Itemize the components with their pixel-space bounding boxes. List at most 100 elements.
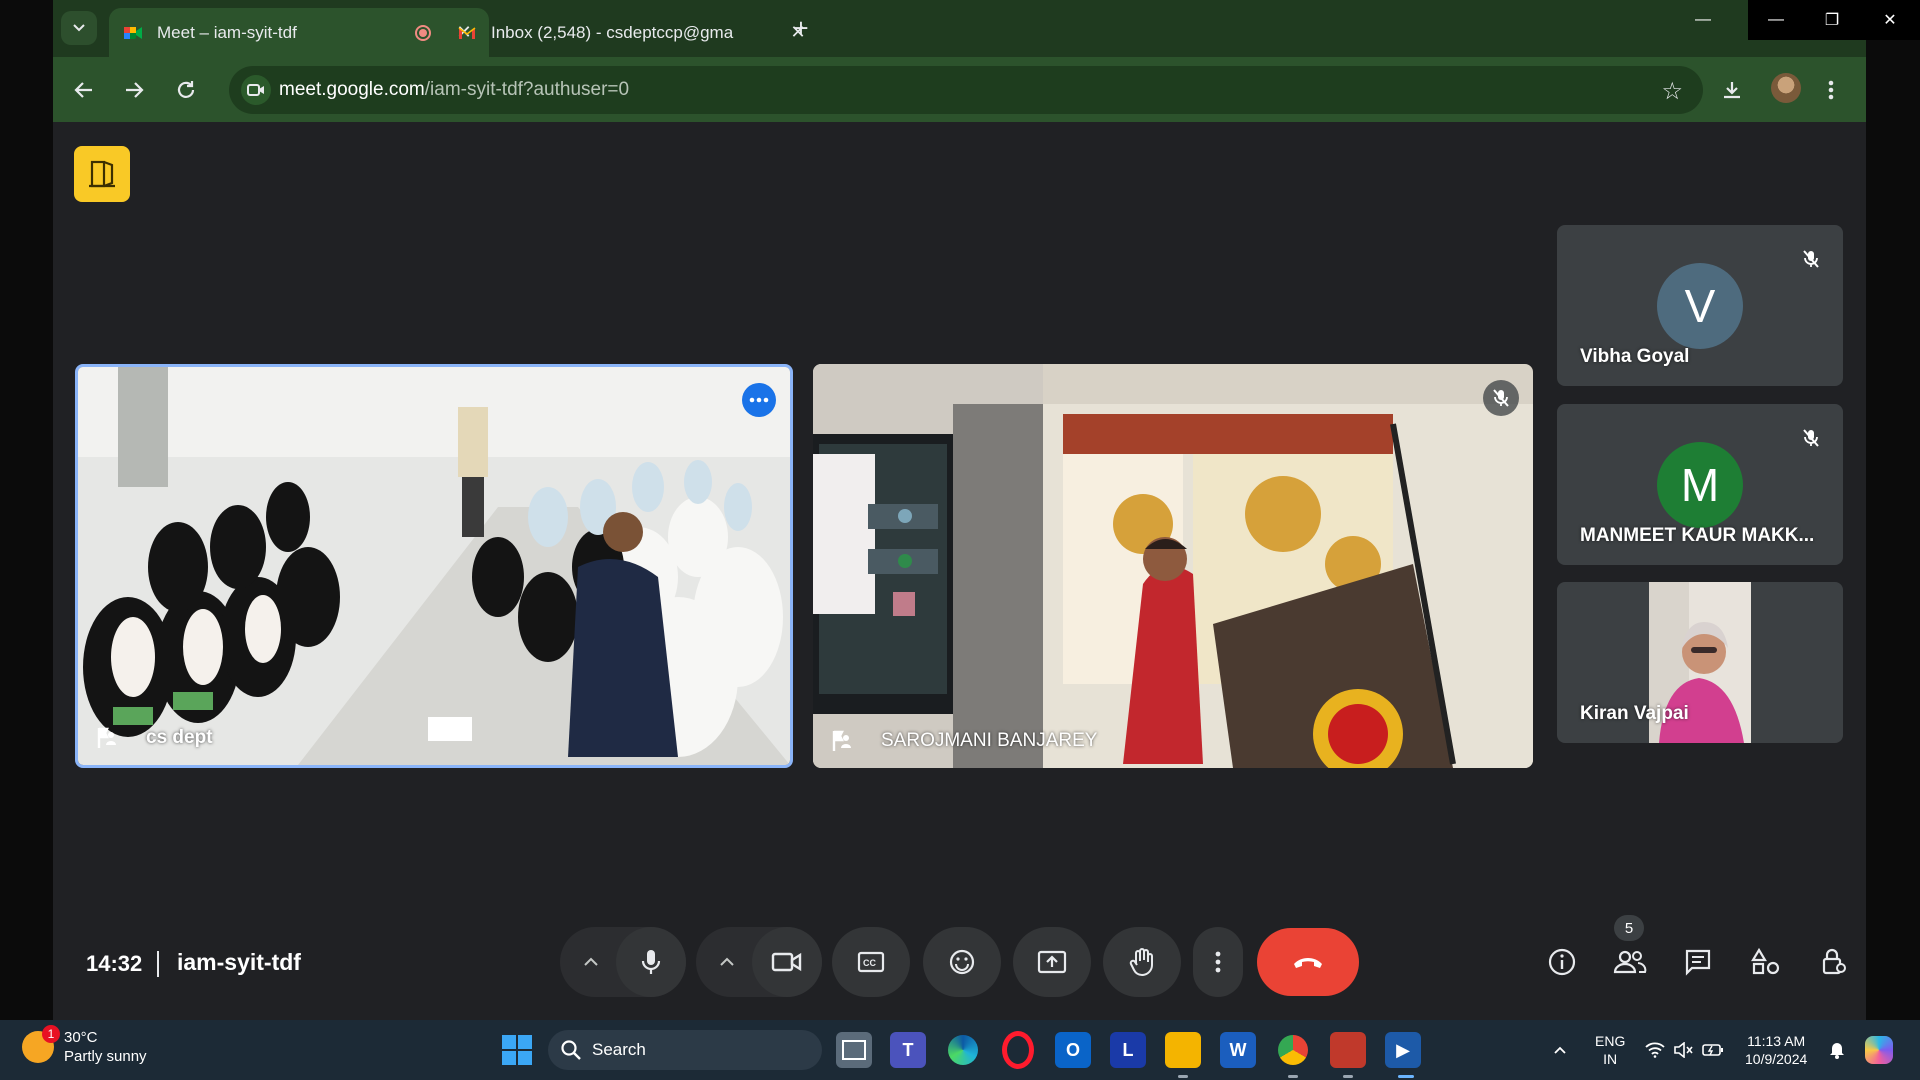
chrome-icon[interactable] [1275,1032,1311,1068]
camera-site-icon[interactable] [241,75,271,105]
present-screen-icon [1037,950,1067,974]
taskbar-search[interactable]: Search [548,1030,822,1070]
recording-icon [415,24,431,41]
captions-button[interactable]: CC [832,927,910,997]
hang-up-icon [1294,958,1322,968]
notification-badge: 1 [42,1025,60,1043]
chat-icon[interactable] [1678,942,1718,982]
pin-icon [832,730,851,751]
winrar-icon[interactable] [1330,1032,1366,1068]
camera-icon [771,952,802,972]
tab-title: Inbox (2,548) - csdeptccp@gma [491,22,734,42]
reload-icon[interactable] [169,73,203,107]
copilot-icon[interactable] [1862,1020,1896,1080]
participant-name: Kiran Vajpai [1580,703,1689,724]
search-label: Search [592,1040,646,1059]
video-feed-speaker [813,364,1533,768]
running-indicator [1343,1075,1353,1078]
more-horizontal-icon [749,397,769,403]
word-icon[interactable]: W [1220,1032,1256,1068]
activities-shapes-icon[interactable] [1746,942,1786,982]
forward-icon[interactable] [117,73,151,107]
divider [157,951,159,977]
l-app-icon[interactable]: L [1110,1032,1146,1068]
windows-taskbar: 1 30°C Partly sunny Search T O L W ▶ ENG… [0,1020,1920,1080]
participant-tile-cs-dept[interactable]: cs dept [75,364,793,768]
tab-meet[interactable]: Meet – iam-syit-tdf ✕ [109,8,489,57]
people-icon[interactable] [1610,942,1650,982]
leave-call-button[interactable] [1257,928,1359,996]
tab-search-button[interactable] [61,11,97,45]
tab-gmail[interactable]: Inbox (2,548) - csdeptccp@gma ✕ [443,8,823,57]
participant-name: SAROJMANI BANJAREY [881,730,1098,751]
video-options-chevron-up-icon[interactable] [699,927,755,997]
file-explorer-icon[interactable] [1165,1032,1201,1068]
more-options-button[interactable] [1193,927,1243,997]
weather-condition: Partly sunny [64,1048,147,1065]
meeting-clock: 14:32 [86,951,143,976]
participant-tile-vibha[interactable]: V Vibha Goyal [1557,225,1843,386]
opera-icon[interactable] [1000,1031,1036,1069]
chevron-down-icon [73,24,85,32]
windows-start-icon[interactable] [502,1035,532,1065]
meeting-details-info-icon[interactable] [1542,942,1582,982]
notification-bell-icon[interactable] [1824,1020,1850,1080]
teams-icon[interactable]: T [890,1032,926,1068]
new-tab-button[interactable]: + [786,14,816,44]
people-count-badge: 5 [1614,915,1644,941]
microphone-icon [641,950,661,974]
restore-icon[interactable]: ❐ [1804,0,1860,40]
browser-window: Meet – iam-syit-tdf ✕ Inbox (2,548) - cs… [53,0,1920,1020]
download-icon[interactable] [1715,73,1749,107]
region-code: IN [1603,1051,1618,1067]
back-icon[interactable] [67,73,101,107]
minimize-button[interactable]: — [1748,0,1804,40]
meet-activities-logo-icon[interactable] [74,146,130,202]
system-clock[interactable]: 11:13 AM 10/9/2024 [1745,1032,1807,1068]
raise-hand-button[interactable] [1103,927,1181,997]
svg-text:CC: CC [863,958,876,968]
language-indicator[interactable]: ENG IN [1595,1032,1625,1068]
pin-icon [97,727,116,748]
active-indicator [1398,1075,1414,1078]
microphone-button[interactable] [616,927,686,997]
edge-icon[interactable] [945,1032,981,1068]
muted-mic-icon [1793,420,1829,456]
temperature: 30°C [64,1029,98,1046]
participant-name: cs dept [146,727,213,748]
present-screen-button[interactable] [1013,927,1091,997]
weather-widget[interactable]: 1 30°C Partly sunny [22,1025,147,1066]
close-window-icon[interactable]: ✕ [1860,0,1920,40]
url-path: /iam-syit-tdf?authuser=0 [424,79,630,100]
desktop-edge-right [1866,0,1920,1020]
participant-tile-kiran[interactable]: Kiran Vajpai [1557,582,1843,743]
avatar: V [1657,263,1743,349]
participant-tile-manmeet[interactable]: M MANMEET KAUR MAKK... [1557,404,1843,565]
outlook-icon[interactable]: O [1055,1032,1091,1068]
hidden-icons-chevron-up-icon[interactable] [1547,1020,1573,1080]
participant-tile-sarojmani[interactable]: SAROJMANI BANJAREY [813,364,1533,768]
profile-avatar[interactable] [1771,73,1801,103]
muted-mic-icon [1793,241,1829,277]
wifi-icon[interactable] [1642,1020,1668,1080]
minimize-icon[interactable]: — [1675,0,1731,40]
more-options-button[interactable] [742,383,776,417]
camera-button[interactable] [752,927,822,997]
battery-icon[interactable] [1700,1020,1726,1080]
address-bar[interactable]: meet.google.com/iam-syit-tdf?authuser=0 … [229,66,1703,114]
google-meet-favicon-icon [124,26,142,39]
bookmark-star-icon[interactable]: ☆ [1661,77,1683,106]
audio-options-chevron-up-icon[interactable] [563,927,619,997]
media-player-icon[interactable]: ▶ [1385,1032,1421,1068]
task-view-icon[interactable] [836,1032,872,1068]
running-indicator [1288,1075,1298,1078]
reactions-button[interactable] [923,927,1001,997]
tab-strip: Meet – iam-syit-tdf ✕ Inbox (2,548) - cs… [53,0,1920,57]
host-controls-lock-icon[interactable] [1814,942,1854,982]
volume-muted-icon[interactable] [1670,1020,1696,1080]
clock-date: 10/9/2024 [1745,1051,1808,1067]
browser-menu-icon[interactable] [1814,73,1848,107]
muted-mic-icon [1483,380,1519,416]
participant-name: MANMEET KAUR MAKK... [1580,525,1815,546]
avatar: M [1657,442,1743,528]
